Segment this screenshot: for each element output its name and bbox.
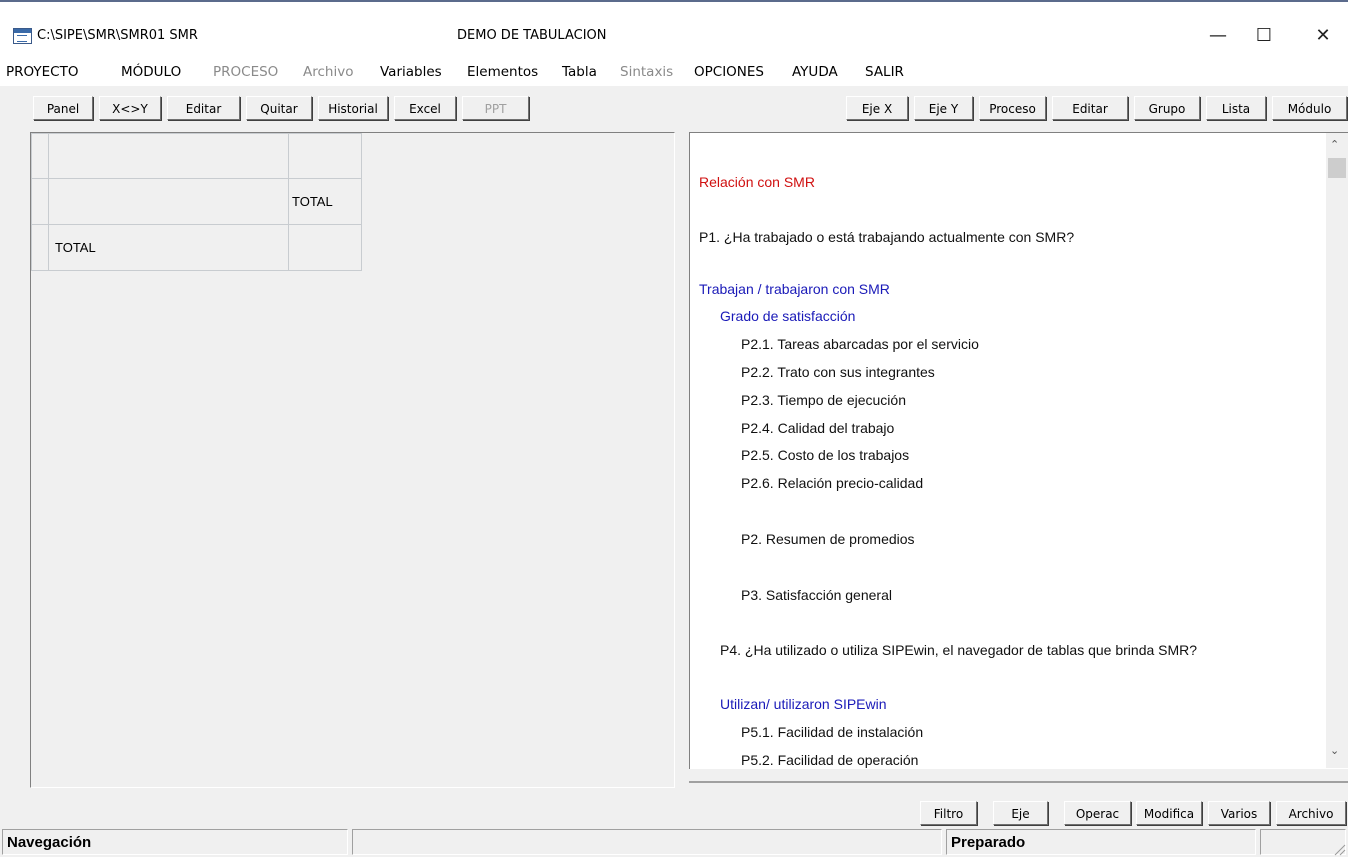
outline-section[interactable]: Relación con SMR — [699, 174, 815, 190]
outline-item[interactable]: P5.1. Facilidad de instalación — [741, 724, 923, 740]
scroll-up-icon[interactable]: ⌃ — [1330, 138, 1339, 151]
grid-corner-cell[interactable] — [31, 133, 49, 179]
scrollbar-thumb[interactable] — [1328, 158, 1346, 178]
ppt-button[interactable]: PPT — [462, 96, 529, 120]
menu-tabla[interactable]: Tabla — [562, 64, 597, 80]
module-button[interactable]: Módulo — [1272, 96, 1347, 120]
status-bar: Navegación Preparado — [0, 829, 1348, 857]
maximize-button[interactable]: ☐ — [1241, 20, 1287, 52]
status-middle — [352, 829, 942, 855]
menu-ayuda[interactable]: AYUDA — [792, 64, 838, 80]
menu-elementos[interactable]: Elementos — [467, 64, 538, 80]
outline-panel[interactable]: Relación con SMR P1. ¿Ha trabajado o est… — [689, 132, 1348, 769]
outline-scrollbar[interactable] — [1326, 133, 1348, 768]
title-bar: C:\SIPE\SMR\SMR01 SMR DEMO DE TABULACION… — [0, 0, 1348, 60]
horizontal-scrollbar[interactable] — [689, 781, 1348, 783]
menu-proceso[interactable]: PROCESO — [213, 64, 278, 80]
minimize-button[interactable]: — — [1195, 20, 1241, 52]
app-table-icon[interactable] — [13, 28, 32, 44]
row-total-label[interactable]: TOTAL — [48, 224, 289, 271]
grid-header-cell[interactable] — [288, 133, 362, 179]
menu-bar: PROYECTO MÓDULO PROCESO Archivo Variable… — [0, 58, 1348, 86]
status-ready: Preparado — [946, 829, 1256, 855]
axis-x-button[interactable]: Eje X — [846, 96, 908, 120]
outline-item[interactable]: P2.3. Tiempo de ejecución — [741, 392, 906, 408]
outline-item[interactable]: P2.1. Tareas abarcadas por el servicio — [741, 336, 979, 352]
history-button[interactable]: Historial — [318, 96, 388, 120]
remove-button[interactable]: Quitar — [246, 96, 312, 120]
outline-item[interactable]: P4. ¿Ha utilizado o utiliza SIPEwin, el … — [720, 642, 1197, 658]
menu-variables[interactable]: Variables — [380, 64, 442, 80]
outline-item[interactable]: P2.2. Trato con sus integrantes — [741, 364, 935, 380]
edit-table-button[interactable]: Editar — [167, 96, 240, 120]
axis-y-button[interactable]: Eje Y — [914, 96, 973, 120]
scroll-down-icon[interactable]: ⌄ — [1330, 744, 1339, 757]
excel-button[interactable]: Excel — [394, 96, 456, 120]
grid-cell[interactable] — [31, 178, 49, 225]
operations-button[interactable]: Operac — [1064, 801, 1131, 825]
panel-button[interactable]: Panel — [33, 96, 93, 120]
outline-item[interactable]: P2.5. Costo de los trabajos — [741, 447, 909, 463]
table-panel[interactable]: TOTAL TOTAL — [30, 132, 675, 788]
table-grid[interactable]: TOTAL TOTAL — [31, 133, 362, 271]
menu-modulo[interactable]: MÓDULO — [121, 64, 181, 80]
misc-button[interactable]: Varios — [1208, 801, 1270, 825]
outline-item[interactable]: P2.4. Calidad del trabajo — [741, 420, 894, 436]
list-button[interactable]: Lista — [1206, 96, 1266, 120]
grid-cell[interactable] — [48, 178, 289, 225]
menu-opciones[interactable]: OPCIONES — [694, 64, 764, 80]
menu-sintaxis[interactable]: Sintaxis — [620, 64, 673, 80]
menu-salir[interactable]: SALIR — [865, 64, 904, 80]
outline-item[interactable]: P2.6. Relación precio-calidad — [741, 475, 923, 491]
outline-group[interactable]: Trabajan / trabajaron con SMR — [699, 281, 890, 297]
window-title: DEMO DE TABULACION — [457, 28, 607, 43]
resize-grip-icon[interactable] — [1332, 842, 1346, 856]
outline-item[interactable]: P3. Satisfacción general — [741, 587, 892, 603]
window-path: C:\SIPE\SMR\SMR01 SMR — [37, 28, 198, 43]
status-navigation: Navegación — [2, 829, 348, 855]
outline-item[interactable]: P5.2. Facilidad de operación — [741, 752, 918, 768]
axis-button[interactable]: Eje — [993, 801, 1048, 825]
group-button[interactable]: Grupo — [1134, 96, 1200, 120]
filter-button[interactable]: Filtro — [920, 801, 977, 825]
outline-group[interactable]: Grado de satisfacción — [720, 308, 855, 324]
close-button[interactable]: ✕ — [1300, 20, 1346, 52]
grid-header-cell[interactable] — [48, 133, 289, 179]
outline-group[interactable]: Utilizan/ utilizaron SIPEwin — [720, 696, 887, 712]
modify-button[interactable]: Modifica — [1136, 801, 1202, 825]
outline-item[interactable]: P1. ¿Ha trabajado o está trabajando actu… — [699, 229, 1074, 245]
process-button[interactable]: Proceso — [979, 96, 1046, 120]
grid-cell[interactable] — [31, 224, 49, 271]
edit-button[interactable]: Editar — [1052, 96, 1128, 120]
column-total-header[interactable]: TOTAL — [288, 178, 362, 225]
menu-archivo[interactable]: Archivo — [303, 64, 353, 80]
outline-item[interactable]: P2. Resumen de promedios — [741, 531, 915, 547]
grid-total-cell[interactable] — [288, 224, 362, 271]
file-button[interactable]: Archivo — [1276, 801, 1346, 825]
swap-xy-button[interactable]: X<>Y — [99, 96, 161, 120]
menu-proyecto[interactable]: PROYECTO — [6, 64, 78, 80]
